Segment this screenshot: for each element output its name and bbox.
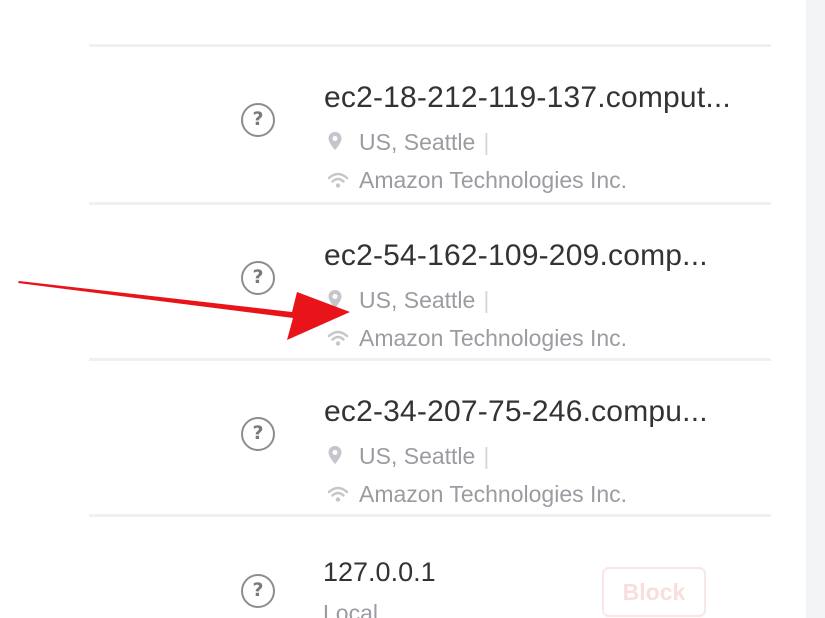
location-text: US, Seattle (359, 129, 476, 155)
organization-text: Amazon Technologies Inc. (359, 325, 628, 351)
connection-organization: Amazon Technologies Inc. (327, 481, 627, 509)
connection-row[interactable]: ? ec2-18-212-119-137.comput... US, Seatt… (89, 47, 771, 197)
question-circle-icon[interactable]: ? (241, 103, 275, 137)
organization-text: Amazon Technologies Inc. (359, 481, 628, 507)
location-text: US, Seattle (359, 443, 476, 469)
wifi-icon (327, 482, 349, 509)
question-circle-icon[interactable]: ? (241, 574, 275, 608)
connection-location: US, Seattle | (327, 443, 489, 471)
connections-panel: ? ec2-18-212-119-137.comput... US, Seatt… (0, 0, 825, 618)
local-address: 127.0.0.1 (323, 557, 436, 587)
local-connection-row[interactable]: ? 127.0.0.1 Local Block (89, 517, 771, 618)
map-pin-icon (327, 130, 349, 157)
connection-hostname: ec2-18-212-119-137.comput... (324, 81, 731, 114)
local-label: Local (323, 600, 378, 618)
location-separator: | (483, 287, 490, 313)
question-circle-icon[interactable]: ? (241, 261, 275, 295)
connection-hostname: ec2-54-162-109-209.comp... (324, 239, 708, 272)
connection-row[interactable]: ? ec2-34-207-75-246.compu... US, Seattle… (89, 361, 771, 511)
wifi-icon (327, 326, 349, 353)
organization-text: Amazon Technologies Inc. (359, 167, 628, 193)
connection-row[interactable]: ? ec2-54-162-109-209.comp... US, Seattle… (89, 205, 771, 355)
block-button[interactable]: Block (602, 567, 706, 617)
connection-organization: Amazon Technologies Inc. (327, 167, 627, 195)
connection-organization: Amazon Technologies Inc. (327, 325, 627, 353)
location-text: US, Seattle (359, 287, 476, 313)
connection-location: US, Seattle | (327, 287, 489, 315)
question-circle-icon[interactable]: ? (241, 417, 275, 451)
connection-hostname: ec2-34-207-75-246.compu... (324, 395, 708, 428)
scrollbar-track[interactable] (806, 0, 825, 618)
map-pin-icon (327, 444, 349, 471)
location-separator: | (483, 443, 490, 469)
connection-location: US, Seattle | (327, 129, 489, 157)
location-separator: | (483, 129, 490, 155)
map-pin-icon (327, 288, 349, 315)
wifi-icon (327, 168, 349, 195)
